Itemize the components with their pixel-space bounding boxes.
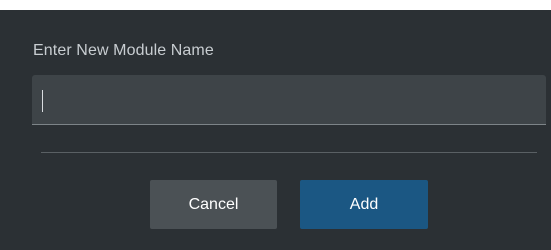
module-name-label: Enter New Module Name [33, 42, 214, 59]
cancel-button[interactable]: Cancel [150, 180, 277, 229]
text-caret [42, 90, 43, 112]
new-module-dialog: Enter New Module Name Cancel Add [0, 10, 551, 250]
dialog-divider [41, 152, 537, 153]
add-button[interactable]: Add [300, 180, 428, 229]
module-name-input[interactable] [32, 75, 546, 125]
